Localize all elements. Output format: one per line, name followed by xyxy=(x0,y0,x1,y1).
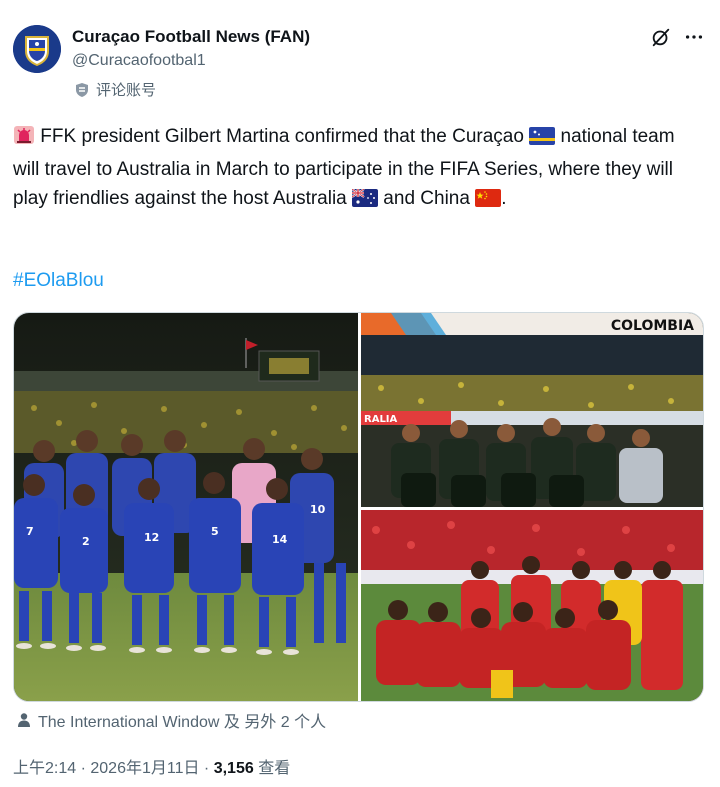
user-handle[interactable]: @Curacaofootbal1 xyxy=(72,52,206,70)
australia-team-photo[interactable]: COLOMBIA RALIA xyxy=(361,313,703,507)
tweet-date[interactable]: 2026年1月11日 xyxy=(90,760,199,777)
australia-flag-icon xyxy=(351,187,379,217)
tweet-text-part-4: . xyxy=(501,188,507,209)
svg-text:12: 12 xyxy=(144,531,159,544)
shield-icon xyxy=(76,82,88,97)
grok-icon[interactable] xyxy=(650,26,672,48)
media-grid[interactable]: 7 2 12 5 14 10 COLOMBIA RALIA xyxy=(13,312,704,702)
meta-separator: · xyxy=(76,760,91,777)
svg-text:10: 10 xyxy=(310,503,326,516)
more-options-icon[interactable] xyxy=(683,26,705,48)
tagged-people-text: The International Window 及 另外 2 个人 xyxy=(38,714,327,731)
account-label[interactable]: 评论账号 xyxy=(74,79,156,100)
banner-text: COLOMBIA xyxy=(611,318,694,334)
board-text: RALIA xyxy=(364,414,398,425)
view-count: 3,156 xyxy=(213,760,254,777)
tweet-text: FFK president Gilbert Martina confirmed … xyxy=(13,122,703,217)
tweet-time[interactable]: 上午2:14 xyxy=(13,760,76,777)
svg-text:5: 5 xyxy=(211,525,219,538)
china-team-photo[interactable] xyxy=(361,510,703,701)
tweet-meta: 上午2:14 · 2026年1月11日 · 3,156 查看 xyxy=(13,754,290,778)
hashtag-link[interactable]: #EOlaBlou xyxy=(13,270,104,292)
display-name[interactable]: Curaçao Football News (FAN) xyxy=(72,27,310,47)
curacao-flag-icon xyxy=(529,125,556,155)
tweet-text-part-1: FFK president Gilbert Martina confirmed … xyxy=(35,126,530,147)
person-icon xyxy=(18,713,30,727)
tagged-people[interactable]: The International Window 及 另外 2 个人 xyxy=(16,708,326,732)
account-label-text: 评论账号 xyxy=(96,82,157,99)
svg-text:2: 2 xyxy=(82,535,90,548)
curacao-team-photo[interactable]: 7 2 12 5 14 10 xyxy=(14,313,358,701)
svg-text:7: 7 xyxy=(26,525,34,538)
avatar[interactable] xyxy=(13,25,61,73)
tweet-text-part-3: and China xyxy=(378,188,476,209)
meta-separator-2: · xyxy=(199,760,214,777)
svg-text:14: 14 xyxy=(272,533,288,546)
china-flag-icon xyxy=(475,187,502,217)
police-light-icon xyxy=(13,125,35,155)
ffk-crest-icon xyxy=(13,25,61,73)
views-label: 查看 xyxy=(258,760,291,777)
